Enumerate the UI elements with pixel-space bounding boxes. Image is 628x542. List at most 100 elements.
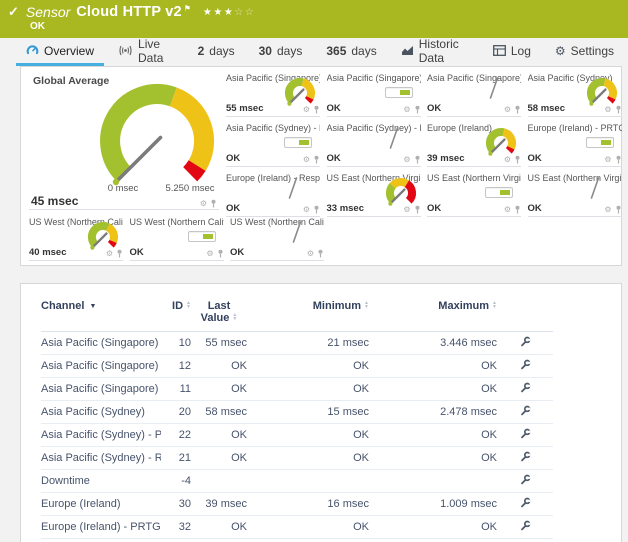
channel-status-bar <box>586 137 614 148</box>
tab-30-days[interactable]: 30days <box>249 38 313 66</box>
tab-settings[interactable]: ⚙Settings <box>545 38 624 66</box>
cell-channel-name[interactable]: Asia Pacific (Singapore) - ... <box>41 355 161 378</box>
wrench-icon[interactable] <box>520 497 531 508</box>
channel-status-bar <box>188 231 216 242</box>
gear-icon[interactable]: ⚙ <box>504 206 511 214</box>
channel-tile-title: US East (Northern Virginia) - ... <box>427 171 521 183</box>
gear-icon[interactable]: ⚙ <box>303 156 310 164</box>
cell-channel-name[interactable]: Asia Pacific (Singapore) <box>41 332 161 355</box>
star-filled-icon[interactable]: ★ <box>203 7 213 18</box>
wrench-icon[interactable] <box>520 428 531 439</box>
column-header-id[interactable]: ID▲▼ <box>161 298 191 332</box>
gear-icon[interactable]: ⚙ <box>303 206 310 214</box>
channel-tile-value: OK <box>528 153 542 164</box>
pin-icon[interactable] <box>514 205 521 214</box>
pin-icon[interactable] <box>414 155 421 164</box>
gear-icon[interactable]: ⚙ <box>504 156 511 164</box>
gear-icon[interactable]: ⚙ <box>200 200 207 208</box>
channel-tile: Asia Pacific (Singapore) - PR...OK⚙ <box>327 71 421 117</box>
wrench-icon[interactable] <box>520 451 531 462</box>
gear-icon[interactable]: ⚙ <box>604 106 611 114</box>
gear-icon[interactable]: ⚙ <box>604 156 611 164</box>
channels-table: Channel ▼ID▲▼LastValue▲▼Minimum▲▼Maximum… <box>41 298 553 542</box>
prtg-sensor-page: ✓ Sensor Cloud HTTP v2 ⚑ ★★★☆☆ OK Overvi… <box>0 0 628 542</box>
gear-icon[interactable]: ⚙ <box>106 250 113 258</box>
tab-number: 2 <box>198 44 205 58</box>
sensor-title: Cloud HTTP v2 <box>76 4 181 20</box>
sort-icon[interactable]: ▲▼ <box>492 301 497 309</box>
channel-tile-value: OK <box>226 203 240 214</box>
gear-icon[interactable]: ⚙ <box>303 106 310 114</box>
status-bar-fill <box>203 234 213 239</box>
cell-channel-name[interactable]: Asia Pacific (Sydney) <box>41 401 161 424</box>
pin-icon[interactable] <box>116 249 123 258</box>
gauge-scale-max: 5.250 msec <box>157 183 223 194</box>
pin-icon[interactable] <box>615 205 622 214</box>
gear-icon[interactable]: ⚙ <box>504 106 511 114</box>
cell-maximum: OK <box>369 424 497 447</box>
star-filled-icon[interactable]: ★ <box>213 7 223 18</box>
tab-365-days[interactable]: 365days <box>316 38 386 66</box>
star-empty-icon[interactable]: ☆ <box>234 7 244 18</box>
channel-tile-title: US East (Northern Virginia) - ... <box>528 171 622 183</box>
pin-icon[interactable] <box>313 205 320 214</box>
cell-channel-name[interactable]: Asia Pacific (Singapore) - ... <box>41 378 161 401</box>
pin-icon[interactable] <box>217 249 224 258</box>
cell-maximum: 2.478 msec <box>369 401 497 424</box>
gear-icon[interactable]: ⚙ <box>403 156 410 164</box>
cell-channel-name[interactable]: Downtime <box>41 470 161 493</box>
wrench-icon[interactable] <box>520 336 531 347</box>
tab-2-days[interactable]: 2days <box>188 38 245 66</box>
tab-overview[interactable]: Overview <box>16 38 104 66</box>
pin-icon[interactable] <box>514 155 521 164</box>
gear-icon[interactable]: ⚙ <box>206 250 213 258</box>
tab-label: Log <box>511 44 531 58</box>
sort-icon[interactable]: ▲▼ <box>186 301 191 309</box>
wrench-icon[interactable] <box>520 520 531 531</box>
pin-icon[interactable] <box>313 155 320 164</box>
pin-icon[interactable] <box>210 199 217 208</box>
gear-icon[interactable]: ⚙ <box>604 206 611 214</box>
wrench-icon[interactable] <box>520 474 531 485</box>
pin-icon[interactable] <box>313 105 320 114</box>
tab-live-data[interactable]: Live Data <box>108 38 184 66</box>
tab-label: Historic Data <box>419 37 469 65</box>
cell-channel-id: -4 <box>161 470 191 493</box>
cell-channel-name[interactable]: Asia Pacific (Sydney) - PR... <box>41 424 161 447</box>
sort-icon[interactable]: ▲▼ <box>364 301 369 309</box>
star-filled-icon[interactable]: ★ <box>224 7 234 18</box>
channel-tile: US East (Northern Virginia)33 msec⚙ <box>327 171 421 217</box>
tab-historic-data[interactable]: Historic Data <box>391 38 479 66</box>
pin-icon[interactable] <box>414 105 421 114</box>
channel-tile-value: OK <box>528 203 542 214</box>
gear-icon[interactable]: ⚙ <box>307 250 314 258</box>
column-header-maximum[interactable]: Maximum▲▼ <box>369 298 497 332</box>
column-header-last-value[interactable]: LastValue▲▼ <box>191 298 247 332</box>
cell-channel-name[interactable]: Europe (Ireland) - Respon... <box>41 539 161 542</box>
pin-icon[interactable] <box>414 205 421 214</box>
status-bar-fill <box>400 90 410 95</box>
column-header-minimum[interactable]: Minimum▲▼ <box>247 298 369 332</box>
cell-channel-name[interactable]: Europe (Ireland) <box>41 493 161 516</box>
pin-icon[interactable] <box>615 155 622 164</box>
sort-icon[interactable]: ▲▼ <box>232 313 237 321</box>
pin-icon[interactable] <box>615 105 622 114</box>
pin-icon[interactable] <box>514 105 521 114</box>
cell-channel-name[interactable]: Asia Pacific (Sydney) - Re... <box>41 447 161 470</box>
gauges-panel: Global Average 0 msec 5.250 msec 45 msec… <box>20 66 622 266</box>
channel-tile-value: OK <box>327 153 341 164</box>
cell-minimum: OK <box>247 539 369 542</box>
wrench-icon[interactable] <box>520 359 531 370</box>
gear-icon[interactable]: ⚙ <box>403 106 410 114</box>
cell-channel-id: 22 <box>161 424 191 447</box>
column-header-channel[interactable]: Channel ▼ <box>41 298 161 332</box>
tab-log[interactable]: Log <box>483 38 541 66</box>
gear-icon[interactable]: ⚙ <box>403 206 410 214</box>
wrench-icon[interactable] <box>520 382 531 393</box>
star-empty-icon[interactable]: ☆ <box>245 7 255 18</box>
channel-tile: US East (Northern Virginia) - ...OK⚙ <box>427 171 521 217</box>
channel-tile-value: OK <box>327 103 341 114</box>
cell-channel-name[interactable]: Europe (Ireland) - PRTG Cl... <box>41 516 161 539</box>
pin-icon[interactable] <box>317 249 324 258</box>
wrench-icon[interactable] <box>520 405 531 416</box>
